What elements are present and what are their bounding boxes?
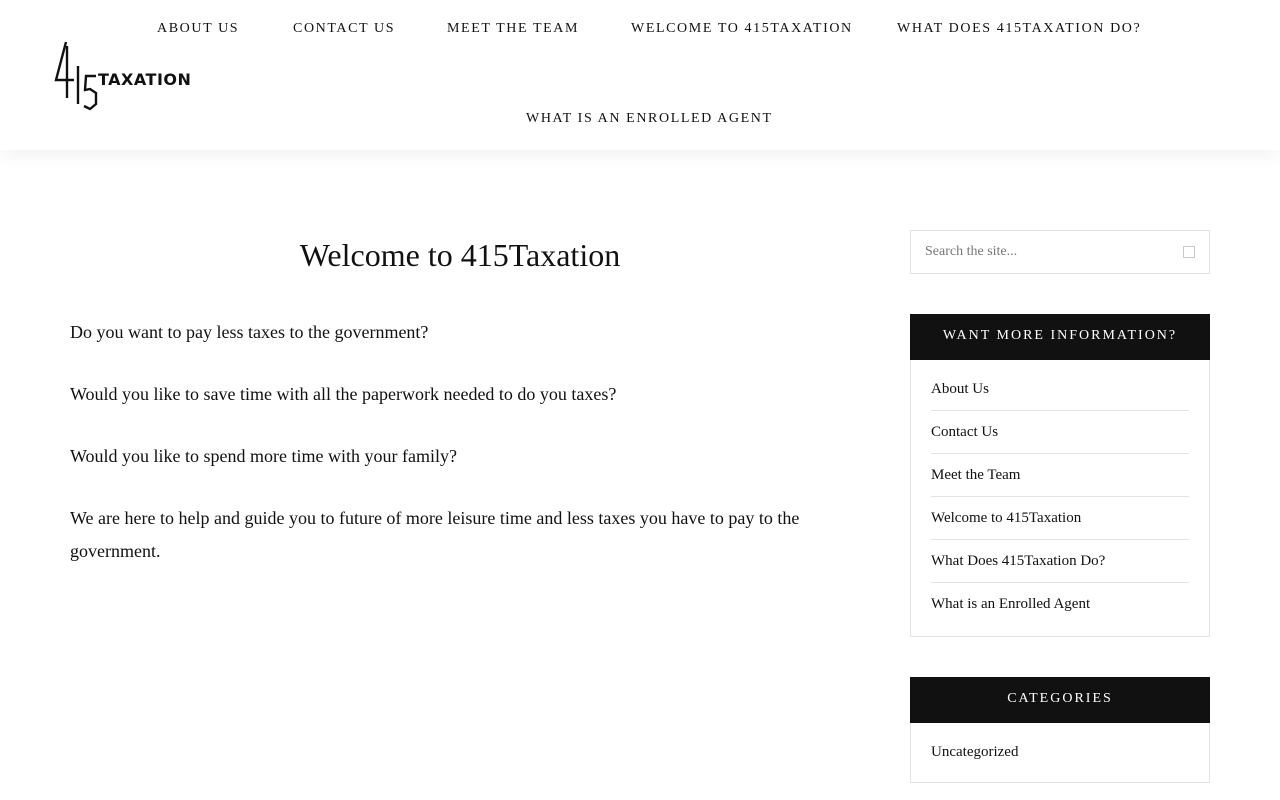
sidebar-link-about-us[interactable]: About Us [931,381,989,398]
nav-what-does[interactable]: What Does 415Taxation Do? [897,21,1141,37]
list-item: What is an Enrolled Agent [931,583,1189,626]
sidebar-link-contact-us[interactable]: Contact Us [931,424,998,441]
logo-415-mark [54,41,98,111]
nav-contact-us[interactable]: Contact Us [293,21,395,37]
nav-enrolled-agent[interactable]: What is an Enrolled Agent [526,111,773,127]
sidebar-link-welcome[interactable]: Welcome to 415Taxation [931,510,1081,527]
sidebar-link-meet-the-team[interactable]: Meet the Team [931,467,1020,484]
sidebar: Want More Information? About Us Contact … [910,230,1210,783]
categories-widget: Categories Uncategorized [910,677,1210,783]
info-widget: Want More Information? About Us Contact … [910,314,1210,637]
site-logo[interactable]: TAXATION [54,40,194,112]
category-link-uncategorized[interactable]: Uncategorized [931,744,1018,761]
paragraph: Would you like to save time with all the… [70,384,617,404]
info-widget-list: About Us Contact Us Meet the Team Welcom… [911,360,1209,636]
list-item: Meet the Team [931,454,1189,497]
paragraph: We are here to help and guide you to fut… [70,508,800,561]
search-form [910,230,1210,274]
info-widget-title: Want More Information? [910,314,1210,360]
paragraph: Would you like to spend more time with y… [70,446,457,466]
list-item: Uncategorized [931,731,1189,774]
entry-content: Do you want to pay less taxes to the gov… [70,316,850,568]
nav-welcome[interactable]: Welcome to 415Taxation [631,21,853,37]
logo-text: TAXATION [98,69,192,89]
sidebar-link-enrolled-agent[interactable]: What is an Enrolled Agent [931,596,1090,613]
nav-meet-the-team[interactable]: Meet the Team [447,21,579,37]
main-content: Welcome to 415Taxation Do you want to pa… [70,230,850,597]
site-header: TAXATION About Us Contact Us Meet the Te… [0,0,1280,150]
search-input[interactable] [911,231,1209,273]
list-item: What Does 415Taxation Do? [931,540,1189,583]
sidebar-link-what-does[interactable]: What Does 415Taxation Do? [931,553,1105,570]
list-item: Welcome to 415Taxation [931,497,1189,540]
categories-list: Uncategorized [911,723,1209,782]
list-item: About Us [931,368,1189,411]
list-item: Contact Us [931,411,1189,454]
nav-about-us[interactable]: About Us [157,21,239,37]
search-icon[interactable] [1183,246,1195,258]
categories-widget-title: Categories [910,677,1210,723]
paragraph: Do you want to pay less taxes to the gov… [70,322,429,342]
page-title: Welcome to 415Taxation [299,237,621,273]
